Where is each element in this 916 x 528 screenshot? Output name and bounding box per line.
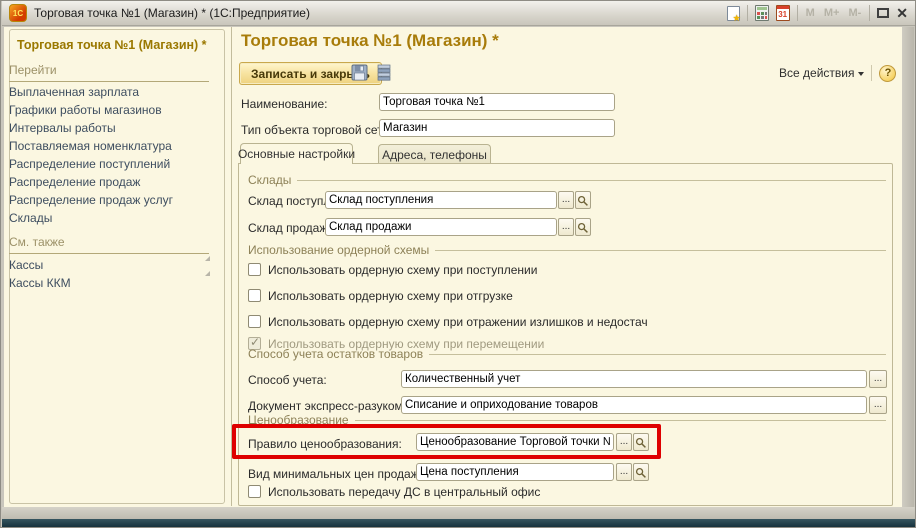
window-frame-right [902,27,914,510]
sales-warehouse-label: Склад продажи: [248,221,337,235]
scroll-grip-icon [205,271,210,276]
group-order-scheme: Использование ордерной схемы [248,243,886,257]
tab-main-settings[interactable]: Основные настройки [240,143,353,164]
sidebar-item-service-sales-distribution[interactable]: Распределение продаж услуг [9,193,173,207]
memory-m-minus-button: M- [847,7,862,19]
transfer-funds-checkbox[interactable] [248,485,261,498]
app-logo-1c-icon: 1С [9,4,27,22]
group-stock-accounting: Способ учета остатков товаров [248,347,886,361]
accounting-method-select-button[interactable]: ... [869,370,887,388]
scroll-grip-icon [205,256,210,261]
titlebar-separator [747,5,748,21]
accounting-method-label: Способ учета: [248,373,327,387]
magnifier-icon [577,222,589,234]
min-price-kind-open-button[interactable] [633,463,649,481]
order-scheme-receipt-label: Использовать ордерную схему при поступле… [268,263,537,277]
close-button[interactable]: ✕ [896,6,908,20]
min-price-kind-input[interactable] [416,463,614,481]
min-price-kind-select-button[interactable]: ... [616,463,632,481]
sales-warehouse-input[interactable] [325,218,557,236]
save-icon[interactable] [351,64,368,81]
express-unpack-doc-select-button[interactable]: ... [869,396,887,414]
name-field-label: Наименование: [241,97,328,111]
order-scheme-receipt-checkbox[interactable] [248,263,261,276]
sidebar-item-warehouses[interactable]: Склады [9,211,52,225]
chevron-down-icon [858,72,864,76]
sidebar-item-paid-salary[interactable]: Выплаченная зарплата [9,85,139,99]
help-button[interactable]: ? [879,65,896,82]
sidebar-item-store-schedules[interactable]: Графики работы магазинов [9,103,162,117]
object-type-input[interactable] [379,119,615,137]
receipt-warehouse-select-button[interactable]: ... [558,191,574,209]
object-type-field-label: Тип объекта торговой сети: [241,123,393,137]
title-bar: 1С Торговая точка №1 (Магазин) * (1С:Пре… [2,1,916,26]
page-title: Торговая точка №1 (Магазин) * [241,31,499,51]
magnifier-icon [635,467,647,479]
receipt-warehouse-open-button[interactable] [575,191,591,209]
journal-list-icon[interactable] [377,64,391,81]
sales-warehouse-open-button[interactable] [575,218,591,236]
sales-warehouse-select-button[interactable]: ... [558,218,574,236]
receipt-warehouse-input[interactable] [325,191,557,209]
titlebar-separator [797,5,798,21]
maximize-button[interactable] [877,8,889,18]
sidebar-item-kkm-cash-desks[interactable]: Кассы ККМ [9,276,71,290]
express-unpack-doc-input[interactable] [401,396,867,414]
sidebar-section-see-also: См. также [9,235,209,254]
order-scheme-surplus-checkbox[interactable] [248,315,261,328]
accounting-method-input[interactable] [401,370,867,388]
order-scheme-shipment-checkbox[interactable] [248,289,261,302]
order-scheme-shipment-label: Использовать ордерную схему при отгрузке [268,289,513,303]
group-warehouses: Склады [248,173,886,187]
tab-addresses-phones[interactable]: Адреса, телефоны [378,144,491,164]
sidebar-item-cash-desks[interactable]: Кассы [9,258,43,272]
sidebar-item-receipt-distribution[interactable]: Распределение поступлений [9,157,170,171]
transfer-funds-label: Использовать передачу ДС в центральный о… [268,485,540,499]
calendar-icon[interactable]: 31 [776,5,790,21]
titlebar-separator [869,5,870,21]
calculator-icon[interactable] [755,5,769,21]
favorites-page-icon[interactable]: ★ [727,6,740,21]
sidebar-item-work-intervals[interactable]: Интервалы работы [9,121,116,135]
min-price-kind-label: Вид минимальных цен продажи: [248,467,429,481]
memory-m-button: M [805,7,816,19]
name-input[interactable] [379,93,615,111]
app-window: 1С Торговая точка №1 (Магазин) * (1С:Пре… [0,0,916,528]
order-scheme-surplus-label: Использовать ордерную схему при отражени… [268,315,648,329]
magnifier-icon [577,195,589,207]
sidebar-item-supplied-nomenclature[interactable]: Поставляемая номенклатура [9,139,172,153]
sidebar-item-sales-distribution[interactable]: Распределение продаж [9,175,140,189]
toolbar-separator [871,65,872,81]
sidebar-current-object-link[interactable]: Торговая точка №1 (Магазин) * [17,38,207,52]
window-frame-dark-strip [2,519,916,527]
window-title: Торговая точка №1 (Магазин) * (1С:Предпр… [34,6,310,20]
annotation-highlight-box [232,424,661,459]
memory-m-plus-button: M+ [823,7,841,19]
sidebar-section-go: Перейти [9,63,209,82]
all-actions-menu[interactable]: Все действия [779,66,864,80]
